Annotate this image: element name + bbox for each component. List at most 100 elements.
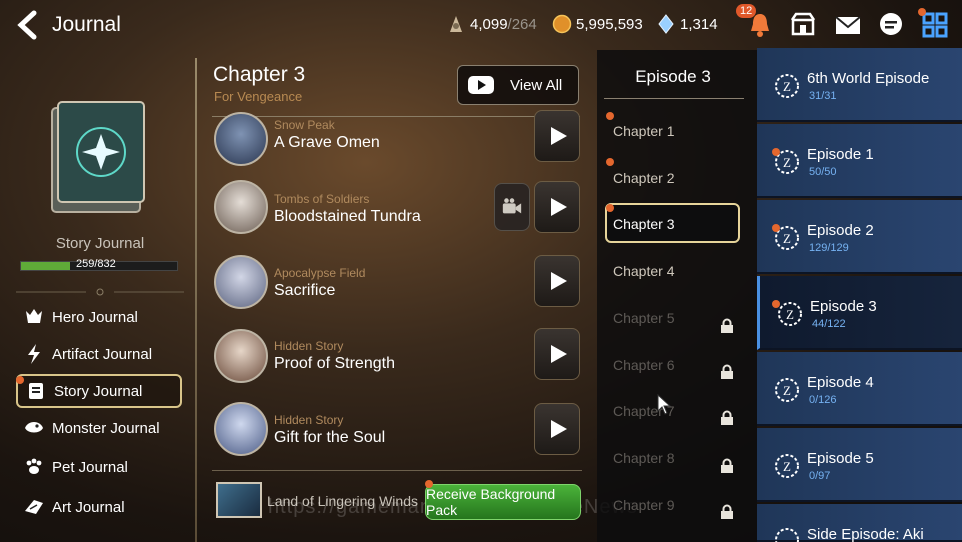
chapter-item-5[interactable]: Chapter 5 (613, 310, 674, 326)
menu-art-journal[interactable]: Art Journal (16, 490, 182, 524)
menu-monster-journal[interactable]: Monster Journal (16, 411, 182, 445)
svg-text:Z: Z (783, 459, 791, 474)
stamina-max: /264 (507, 15, 537, 33)
chapter-subtitle: For Vengeance (214, 89, 303, 104)
story-row[interactable]: Hidden Story Proof of Strength (214, 327, 584, 385)
story-name: Sacrifice (274, 282, 336, 299)
story-row[interactable]: Hidden Story Gift for the Soul (214, 400, 584, 458)
chapter-1-alert-dot (606, 112, 614, 120)
grid-menu-alert-dot (918, 8, 926, 16)
page-title: Journal (52, 13, 121, 36)
episode-card-3[interactable]: Z Episode 3 44/122 (757, 276, 962, 350)
crystal-counter: 1,314 (656, 14, 718, 34)
play-button[interactable] (534, 181, 580, 233)
story-journal-book-image (48, 98, 150, 216)
artifact-icon (22, 342, 46, 366)
stamina-counter: 4,099 /264 (446, 14, 537, 34)
video-play-icon (468, 76, 494, 94)
episode-card-5[interactable]: Z Episode 5 0/97 (757, 428, 962, 502)
story-avatar (214, 402, 268, 456)
story-category: Snow Peak (274, 118, 335, 132)
episode-name: Episode 2 (807, 222, 874, 239)
divider-ornament (16, 288, 184, 296)
play-button[interactable] (534, 403, 580, 455)
story-avatar (214, 255, 268, 309)
episode-emblem-icon (775, 528, 799, 542)
episode-emblem-icon: Z (775, 74, 799, 98)
episode-name: Episode 3 (810, 298, 877, 315)
chat-icon[interactable] (876, 10, 906, 40)
play-button[interactable] (534, 255, 580, 307)
episode-name: Side Episode: Aki (807, 526, 924, 542)
story-row[interactable]: Tombs of Soldiers Bloodstained Tundra (214, 178, 584, 236)
story-name: Bloodstained Tundra (274, 208, 421, 225)
story-avatar (214, 112, 268, 166)
episode-progress: 50/50 (809, 166, 837, 178)
story-row[interactable]: Apocalypse Field Sacrifice (214, 253, 584, 311)
episode-card-2[interactable]: Z Episode 2 129/129 (757, 200, 962, 274)
gold-coin-icon (552, 14, 572, 34)
story-name: Gift for the Soul (274, 429, 386, 446)
episode-card-6th-world[interactable]: Z 6th World Episode 31/31 (757, 48, 962, 122)
episode-progress: 129/129 (809, 242, 849, 254)
chapter-item-9[interactable]: Chapter 9 (613, 497, 674, 513)
receive-background-button[interactable]: Receive Background Pack (425, 484, 581, 520)
episode-card-4[interactable]: Z Episode 4 0/126 (757, 352, 962, 426)
lock-icon (721, 364, 733, 379)
notification-count-badge: 12 (736, 4, 757, 18)
journal-progress-text: 259/832 (76, 258, 116, 270)
episode-progress: 44/122 (812, 318, 846, 330)
story-category: Hidden Story (274, 413, 344, 427)
chapter-item-3[interactable]: Chapter 3 (613, 216, 674, 232)
center-divider-line (195, 58, 197, 542)
story-journal-alert-dot (16, 376, 24, 384)
story-category: Hidden Story (274, 339, 344, 353)
gold-value: 5,995,593 (576, 15, 643, 33)
episode-3-alert-dot (772, 300, 780, 308)
menu-label: Art Journal (52, 498, 125, 516)
episode-emblem-icon: Z (775, 378, 799, 402)
story-avatar (214, 180, 268, 234)
episode-emblem-icon: Z (778, 302, 802, 326)
episode-name: Episode 5 (807, 450, 874, 467)
menu-pet-journal[interactable]: Pet Journal (16, 450, 182, 484)
art-icon (22, 495, 46, 519)
chapter-item-1[interactable]: Chapter 1 (613, 123, 674, 139)
menu-label: Story Journal (54, 382, 143, 400)
chapter-item-8[interactable]: Chapter 8 (613, 450, 674, 466)
menu-artifact-journal[interactable]: Artifact Journal (16, 337, 182, 371)
story-category: Apocalypse Field (274, 266, 366, 280)
menu-label: Monster Journal (52, 419, 160, 437)
chapter-title: Chapter 3 (213, 63, 306, 86)
play-button[interactable] (534, 328, 580, 380)
svg-text:Z: Z (783, 383, 791, 398)
story-row[interactable]: Snow Peak A Grave Omen (214, 110, 584, 168)
gold-counter: 5,995,593 (552, 14, 643, 34)
view-all-button[interactable]: View All (457, 65, 579, 105)
video-camera-button[interactable] (494, 183, 530, 231)
back-arrow-icon[interactable] (14, 10, 42, 40)
shop-icon[interactable] (788, 10, 818, 40)
episode-card-side-aki[interactable]: Side Episode: Aki (757, 504, 962, 542)
video-camera-icon (502, 198, 522, 214)
story-scroll-icon (24, 379, 48, 403)
episode-progress: 0/97 (809, 470, 831, 482)
lock-icon (721, 458, 733, 473)
play-button[interactable] (534, 110, 580, 162)
chapter-item-4[interactable]: Chapter 4 (613, 263, 674, 279)
view-all-label: View All (510, 76, 563, 94)
receive-alert-dot (425, 480, 433, 488)
hero-icon (22, 305, 46, 329)
mail-icon[interactable] (833, 10, 863, 40)
episode-card-1[interactable]: Z Episode 1 50/50 (757, 124, 962, 198)
chapter-item-2[interactable]: Chapter 2 (613, 170, 674, 186)
menu-story-journal[interactable]: Story Journal (16, 374, 182, 408)
chapter-item-6[interactable]: Chapter 6 (613, 357, 674, 373)
episode-emblem-icon: Z (775, 454, 799, 478)
menu-hero-journal[interactable]: Hero Journal (16, 300, 182, 334)
story-avatar (214, 329, 268, 383)
chapter-2-alert-dot (606, 158, 614, 166)
chapter-list-divider (604, 98, 744, 99)
episode-progress: 0/126 (809, 394, 837, 406)
chapter-list-title: Episode 3 (635, 67, 711, 86)
